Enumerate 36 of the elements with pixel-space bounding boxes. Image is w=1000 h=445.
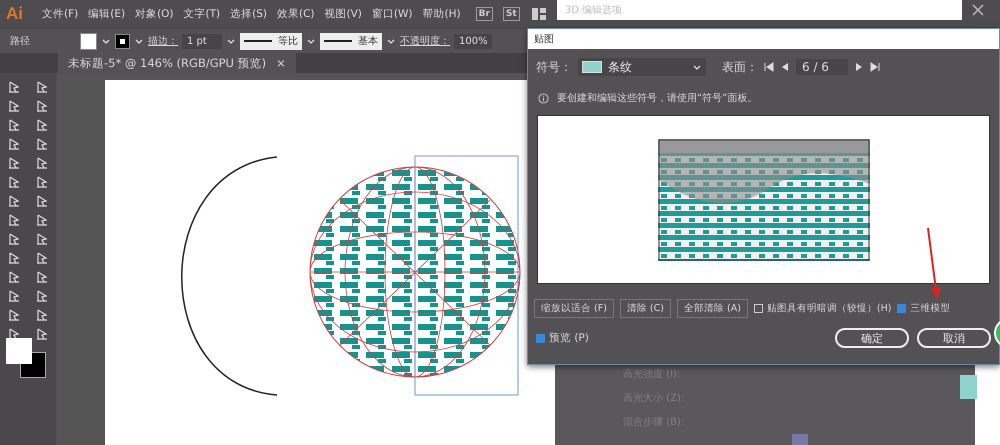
opacity-label[interactable]: 不透明度： <box>400 34 450 48</box>
menu-item[interactable]: 文件(F) <box>37 7 84 21</box>
info-text: 要创建和编辑这些符号，请使用“符号”面板。 <box>557 92 758 105</box>
surface-label: 表面： <box>722 58 758 76</box>
stroke-weight-field[interactable]: 1 pt <box>182 34 222 48</box>
app-switch-button[interactable]: St <box>502 7 520 21</box>
ok-button[interactable]: 确定 <box>835 328 909 348</box>
brush-dropdown[interactable]: 基本 <box>320 32 382 50</box>
checkbox-label[interactable]: 贴图具有明暗调（较慢）(H) <box>766 302 892 315</box>
surface-field[interactable]: 6 / 6 <box>796 59 848 75</box>
menu-item[interactable]: 效果(C) <box>272 7 320 21</box>
menu-item[interactable]: 窗口(W) <box>366 7 418 21</box>
app-switch-button[interactable]: Br <box>476 7 493 21</box>
window-title: 3D 编辑选项 <box>557 0 962 20</box>
checkbox-label[interactable]: 预览 (P) <box>549 331 589 345</box>
close-tab-button[interactable]: × <box>276 56 286 70</box>
selection-type-label: 路径 <box>10 35 31 48</box>
dialog-title: 贴图 <box>528 29 999 49</box>
menu-item[interactable]: 对象(O) <box>130 7 179 21</box>
app-logo: Ai <box>6 4 23 24</box>
stroke-profile-dropdown[interactable]: 等比 <box>240 32 302 50</box>
dialog-button[interactable]: 全部清除 (A) <box>676 299 748 318</box>
menu-item[interactable]: 帮助(H) <box>418 7 466 21</box>
menu-item[interactable]: 文字(T) <box>178 7 226 21</box>
dialog-button[interactable]: 清除 (C) <box>620 299 671 318</box>
stroke-label[interactable]: 描边： <box>148 34 178 48</box>
menu-item[interactable]: 选择(S) <box>225 7 272 21</box>
document-tab[interactable]: 未标题-5* @ 146% (RGB/GPU 预览) × <box>58 53 296 73</box>
menu-item[interactable]: 视图(V) <box>320 7 367 21</box>
dialog-button[interactable]: 缩放以适合 (F) <box>534 299 614 318</box>
symbol-label: 符号： <box>536 58 572 76</box>
symbol-dropdown[interactable]: 条纹 <box>578 58 706 76</box>
cancel-button[interactable]: 取消 <box>917 328 991 348</box>
menu-item[interactable]: 编辑(E) <box>83 7 130 21</box>
opacity-field[interactable]: 100% <box>454 34 492 48</box>
checkbox-label[interactable]: 三维模型 <box>910 302 950 315</box>
